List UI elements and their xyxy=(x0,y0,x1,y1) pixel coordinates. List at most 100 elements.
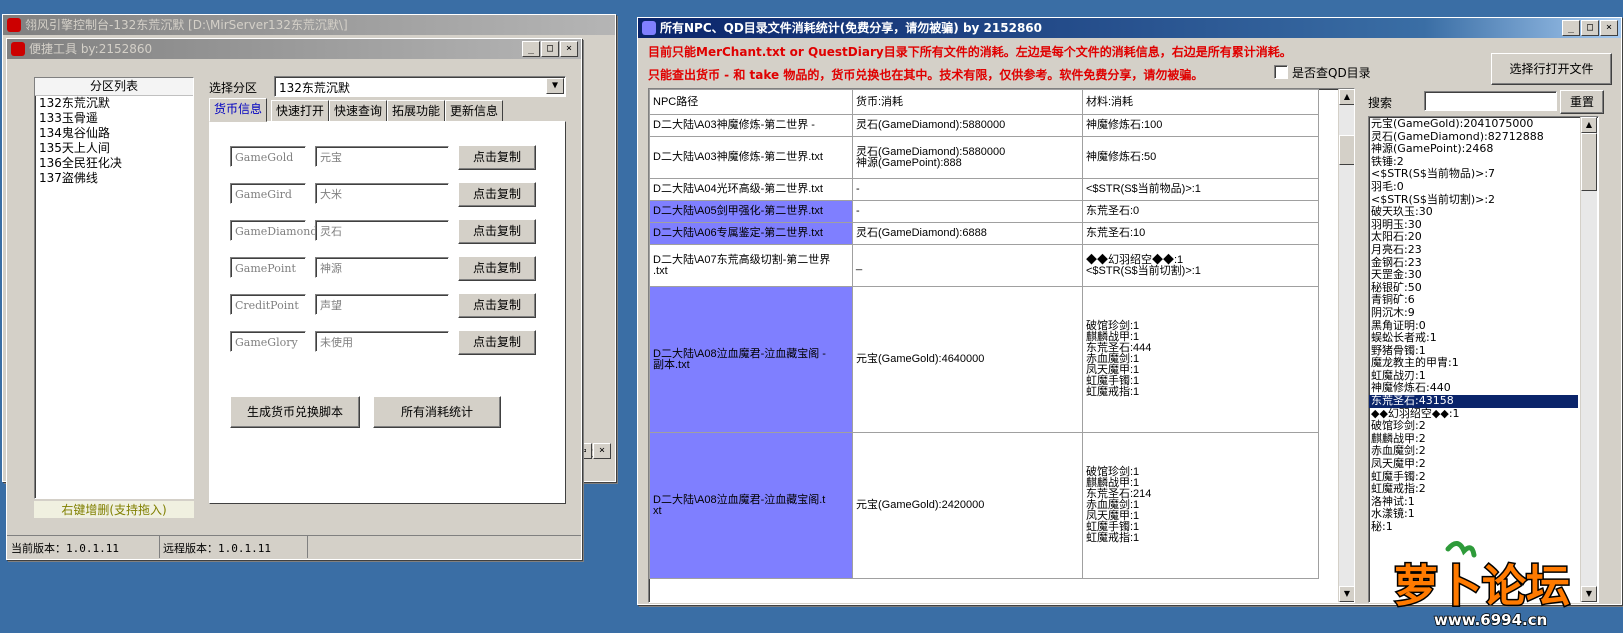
copy-button[interactable]: 点击复制 xyxy=(458,330,536,355)
currency-name-field[interactable]: 元宝 xyxy=(315,146,449,167)
currency-name-field[interactable]: 未使用 xyxy=(315,331,449,352)
table-row[interactable]: D二大陆\A07东荒高级切割-第二世界 .txt _ ◆◆幻羽绍空◆◆:1 <$ST… xyxy=(649,244,1319,287)
copy-button[interactable]: 点击复制 xyxy=(458,293,536,318)
table-cell-path: D二大陆\A04光环高级-第二世界.txt xyxy=(649,178,853,201)
table-cell-currency: 元宝(GameGold):4640000 xyxy=(852,286,1083,433)
totals-item[interactable]: 秘:1 xyxy=(1369,520,1578,534)
partition-item[interactable]: 135天上人间 xyxy=(35,141,193,156)
totals-item[interactable]: 虹魔戒指:2 xyxy=(1369,483,1578,496)
partition-item[interactable]: 132东荒沉默 xyxy=(35,96,193,111)
tool-titlebar[interactable]: 便捷工具 by:2152860 _ □ × xyxy=(7,39,581,59)
search-input[interactable] xyxy=(1424,91,1557,111)
totals-item[interactable]: 羽毛:0 xyxy=(1369,180,1578,194)
table-cell-currency: - xyxy=(852,178,1083,201)
tab-quick-query[interactable]: 快速查询 xyxy=(329,100,388,122)
reset-button[interactable]: 重置 xyxy=(1560,90,1604,114)
table-cell-path: D二大陆\A06专属鉴定-第二世界.txt xyxy=(649,222,853,245)
chevron-down-icon[interactable]: ▼ xyxy=(546,78,564,94)
table-row[interactable]: D二大陆\A04光环高级-第二世界.txt - <$STR(S$当前物品)>:1 xyxy=(649,178,1319,201)
minimize-button[interactable]: _ xyxy=(1562,20,1580,36)
table-row[interactable]: D二大陆\A03神魔修炼-第二世界 - 灵石(GameDiamond):58800… xyxy=(649,114,1319,137)
tab-panel: GameGold 元宝 点击复制 GameGird 大米 点击复制 GameDiamond 灵… xyxy=(209,121,566,504)
table-cell-currency: _ xyxy=(852,244,1083,287)
console-titlebar[interactable]: 翎风引擎控制台-132东荒沉默 [D:\MirServer132东荒沉默\] xyxy=(3,15,615,35)
maximize-button[interactable]: □ xyxy=(1581,20,1599,36)
currency-code-field[interactable]: CreditPoint xyxy=(230,294,306,315)
totals-item[interactable]: 东荒圣石:43158 xyxy=(1369,394,1578,408)
scroll-up-arrow[interactable]: ▲ xyxy=(1339,89,1354,105)
close-button[interactable]: × xyxy=(560,41,578,57)
table-cell-material: 破馆珍剑:1 麒麟战甲:1 东荒圣石:214 赤血魔剑:1 凤天魔甲:1 虹魔手… xyxy=(1082,432,1319,579)
totals-item[interactable]: 神源(GamePoint):2468 xyxy=(1369,143,1578,156)
scroll-up-arrow[interactable]: ▲ xyxy=(1581,117,1597,133)
totals-item[interactable]: 水漾镜:1 xyxy=(1369,508,1578,521)
copy-button[interactable]: 点击复制 xyxy=(458,219,536,244)
partition-list[interactable]: 分区列表 132东荒沉默 133玉骨遥 134鬼谷仙路 135天上人间 136全民狂化决… xyxy=(34,77,194,499)
scroll-down-arrow[interactable]: ▼ xyxy=(1339,586,1354,602)
copy-button[interactable]: 点击复制 xyxy=(458,256,536,281)
tab-quick-open[interactable]: 快速打开 xyxy=(271,100,330,122)
open-selected-button[interactable]: 选择行打开文件 xyxy=(1491,53,1612,85)
table-cell-path: D二大陆\A03神魔修炼-第二世界 - xyxy=(649,114,853,137)
table-row[interactable]: D二大陆\A03神魔修炼-第二世界.txt 灵石(GameDiamond):588… xyxy=(649,136,1319,179)
table-cell-material: 神魔修炼石:50 xyxy=(1082,136,1319,179)
qd-checkbox[interactable] xyxy=(1274,65,1288,79)
totals-item[interactable]: 破天玖玉:30 xyxy=(1369,206,1578,219)
table-row[interactable]: D二大陆\A08泣血魔君-泣血藏宝阁.t xt 元宝(GameGold):2420… xyxy=(649,432,1319,579)
currency-name-field[interactable]: 灵石 xyxy=(315,220,449,241)
totals-item[interactable]: 天罡金:30 xyxy=(1369,269,1578,282)
scroll-thumb[interactable] xyxy=(1339,135,1354,165)
table-cell-currency: 灵石(GameDiamond):6888 xyxy=(852,222,1083,245)
totals-item[interactable]: 元宝(GameGold):2041075000 xyxy=(1369,117,1578,131)
currency-code-field[interactable]: GameGlory xyxy=(230,331,306,352)
app-icon xyxy=(11,42,25,56)
column-header[interactable]: NPC路径 xyxy=(649,89,853,115)
minimize-button[interactable]: _ xyxy=(522,41,540,57)
tool-title: 便捷工具 by:2152860 xyxy=(29,42,153,56)
currency-code-field[interactable]: GamePoint xyxy=(230,257,306,278)
totals-list[interactable]: 元宝(GameGold):2041075000 灵石(GameDiamond):8… xyxy=(1368,116,1599,603)
scroll-thumb[interactable] xyxy=(1581,133,1597,191)
totals-item[interactable]: 凤天魔甲:2 xyxy=(1369,457,1578,471)
totals-item[interactable]: 魔龙教主的甲胄:1 xyxy=(1369,357,1578,370)
tab-strip: 货币信息 快速打开 快速查询 拓展功能 更新信息 xyxy=(209,98,564,122)
partition-item[interactable]: 136全民狂化决 xyxy=(35,156,193,171)
close-button[interactable]: × xyxy=(593,443,611,459)
table-cell-material: 东荒圣石:10 xyxy=(1082,222,1319,245)
copy-button[interactable]: 点击复制 xyxy=(458,182,536,207)
column-header[interactable]: 货币:消耗 xyxy=(852,89,1083,115)
column-header[interactable]: 材料:消耗 xyxy=(1082,89,1319,115)
currency-code-field[interactable]: GameGold xyxy=(230,146,306,167)
currency-name-field[interactable]: 声望 xyxy=(315,294,449,315)
partition-item[interactable]: 133玉骨遥 xyxy=(35,111,193,126)
table-scrollbar[interactable]: ▲ ▼ xyxy=(1338,89,1354,602)
currency-code-field[interactable]: GameGird xyxy=(230,183,306,204)
table-row[interactable]: D二大陆\A05剑甲强化-第二世界.txt - 东荒圣石:0 xyxy=(649,200,1319,223)
all-stats-button[interactable]: 所有消耗统计 xyxy=(373,396,501,428)
generate-script-button[interactable]: 生成货币兑换脚本 xyxy=(230,396,360,428)
maximize-button[interactable]: □ xyxy=(541,41,559,57)
currency-name-field[interactable]: 神源 xyxy=(315,257,449,278)
table-row[interactable]: D二大陆\A08泣血魔君-泣血藏宝阁 - 副本.txt 元宝(GameGold):… xyxy=(649,286,1319,433)
tab-currency[interactable]: 货币信息 xyxy=(209,98,268,122)
qd-checkbox-label: 是否查QD目录 xyxy=(1292,66,1371,80)
stats-titlebar[interactable]: 所有NPC、QD目录文件消耗统计(免费分享，请勿被骗) by 2152860 _… xyxy=(638,18,1621,38)
totals-scrollbar[interactable]: ▲ ▼ xyxy=(1580,117,1597,602)
totals-item[interactable]: 月亮石:23 xyxy=(1369,243,1578,257)
totals-item[interactable]: 阴沉木:9 xyxy=(1369,306,1578,320)
currency-code-field[interactable]: GameDiamond xyxy=(230,220,317,241)
copy-button[interactable]: 点击复制 xyxy=(458,145,536,170)
close-button[interactable]: × xyxy=(1600,20,1618,36)
table-row[interactable]: D二大陆\A06专属鉴定-第二世界.txt 灵石(GameDiamond):688… xyxy=(649,222,1319,245)
notice-line-1: 目前只能MerChant.txt or QuestDiary目录下所有文件的消耗… xyxy=(648,45,1292,59)
partition-item[interactable]: 137盗佛线 xyxy=(35,171,193,186)
partition-item[interactable]: 134鬼谷仙路 xyxy=(35,126,193,141)
table-cell-material: 破馆珍剑:1 麒麟战甲:1 东荒圣石:444 赤血魔剑:1 凤天魔甲:1 虹魔手… xyxy=(1082,286,1319,433)
tab-updates[interactable]: 更新信息 xyxy=(445,100,504,122)
totals-item[interactable]: 蜈蚣长者戒:1 xyxy=(1369,331,1578,345)
notice-line-2: 只能查出货币 - 和 take 物品的，货币兑换也在其中。技术有限，仅供参考。软… xyxy=(648,68,1204,82)
currency-name-field[interactable]: 大米 xyxy=(315,183,449,204)
totals-item[interactable]: 破馆珍剑:2 xyxy=(1369,420,1578,433)
partition-select[interactable]: 132东荒沉默 ▼ xyxy=(274,76,566,97)
tab-extensions[interactable]: 拓展功能 xyxy=(387,100,446,122)
